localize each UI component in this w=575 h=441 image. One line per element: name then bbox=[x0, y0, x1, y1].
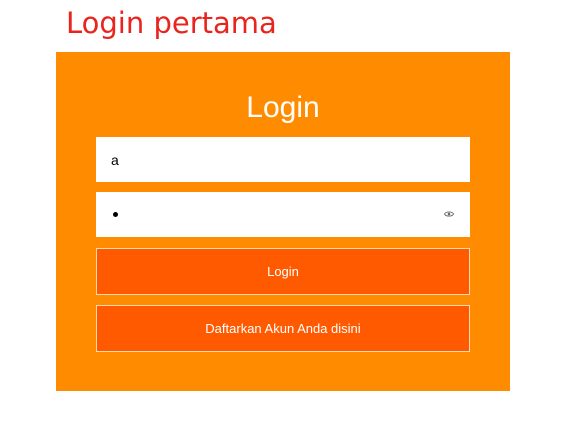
page-heading: Login pertama bbox=[66, 6, 277, 40]
register-button[interactable]: Daftarkan Akun Anda disini bbox=[96, 305, 470, 352]
page: Login pertama Login Login Daftarkan Akun… bbox=[0, 0, 575, 441]
username-field[interactable] bbox=[96, 137, 470, 182]
login-button[interactable]: Login bbox=[96, 248, 470, 295]
eye-icon[interactable] bbox=[444, 210, 454, 218]
password-field[interactable] bbox=[96, 192, 470, 237]
login-title: Login bbox=[246, 91, 320, 124]
password-mask-dot bbox=[113, 212, 118, 217]
username-input[interactable] bbox=[96, 137, 470, 182]
login-card: Login Login Daftarkan Akun Anda disini bbox=[56, 52, 510, 391]
